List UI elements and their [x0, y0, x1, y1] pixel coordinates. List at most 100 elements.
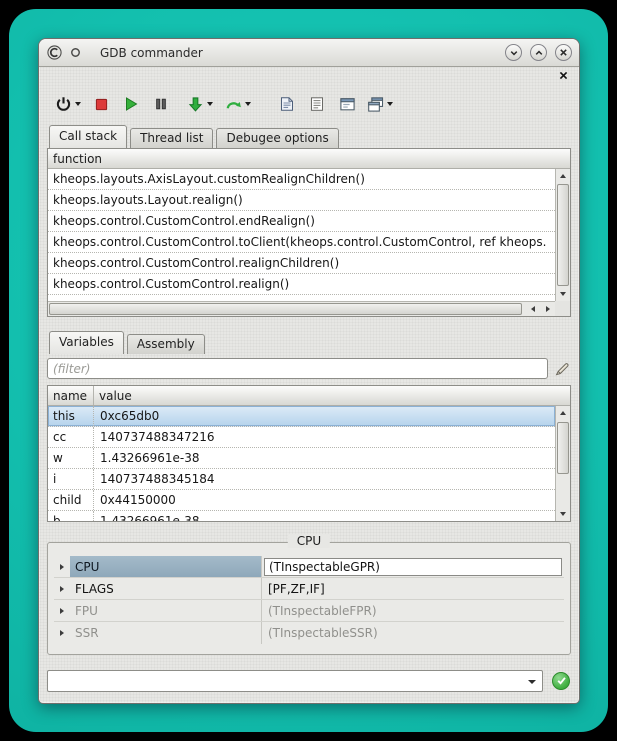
watch-window-icon: [339, 96, 356, 113]
dropdown-arrow-icon[interactable]: [528, 680, 536, 684]
variable-row[interactable]: w 1.43266961e-38: [48, 448, 555, 469]
ok-check-button[interactable]: [552, 672, 570, 690]
power-button[interactable]: [53, 94, 73, 114]
variable-name: b: [48, 511, 94, 521]
tab-debugee-options[interactable]: Debugee options: [216, 128, 338, 148]
call-stack-row[interactable]: kheops.control.CustomControl.realign(): [48, 274, 555, 295]
chevron-up-icon: [534, 48, 544, 58]
step-over-dropdown-arrow-icon[interactable]: [245, 102, 251, 106]
expander-icon[interactable]: [54, 608, 70, 614]
step-over-button[interactable]: [223, 94, 243, 114]
filter-row: [47, 358, 571, 379]
scrollbar-thumb[interactable]: [557, 184, 569, 286]
debug-windows-button[interactable]: [365, 94, 385, 114]
command-combobox[interactable]: [47, 670, 543, 692]
scroll-up-icon[interactable]: [556, 169, 570, 183]
run-button[interactable]: [121, 94, 141, 114]
close-button[interactable]: [555, 44, 572, 61]
filter-pen-icon[interactable]: [553, 360, 571, 378]
variable-value: 1.43266961e-38: [94, 448, 555, 468]
scroll-down-icon[interactable]: [556, 287, 570, 301]
scroll-right-icon[interactable]: [541, 302, 555, 316]
expander-icon[interactable]: [54, 630, 70, 636]
call-stack-row[interactable]: kheops.layouts.AxisLayout.customRealignC…: [48, 169, 555, 190]
filter-input[interactable]: [47, 358, 548, 379]
register-row[interactable]: CPU (TInspectableGPR): [54, 556, 564, 578]
list-document-icon: [309, 96, 325, 112]
step-into-button[interactable]: [185, 94, 205, 114]
tab-variables[interactable]: Variables: [49, 331, 124, 354]
expander-icon[interactable]: [54, 564, 70, 570]
vertical-scrollbar[interactable]: [555, 169, 570, 301]
register-row[interactable]: FLAGS [PF,ZF,IF]: [54, 578, 564, 600]
scrollbar-thumb[interactable]: [557, 422, 569, 474]
variable-row[interactable]: child 0x44150000: [48, 490, 555, 511]
step-into-icon: [187, 96, 204, 113]
stop-button[interactable]: [91, 94, 111, 114]
windows-dropdown-arrow-icon[interactable]: [387, 102, 393, 106]
power-dropdown-arrow-icon[interactable]: [75, 102, 81, 106]
register-name[interactable]: SSR: [70, 622, 262, 644]
column-header-function[interactable]: function: [48, 149, 570, 169]
register-row[interactable]: SSR (TInspectableSSR): [54, 622, 564, 644]
groupbox-title: CPU: [288, 534, 330, 548]
column-header-name[interactable]: name: [48, 386, 94, 405]
call-list-button[interactable]: [307, 94, 327, 114]
variable-row[interactable]: i 140737488345184: [48, 469, 555, 490]
variable-name: w: [48, 448, 94, 468]
register-value-field[interactable]: (TInspectableGPR): [264, 558, 562, 576]
stop-icon: [94, 97, 109, 112]
register-row[interactable]: FPU (TInspectableFPR): [54, 600, 564, 622]
scroll-up-icon[interactable]: [556, 406, 570, 420]
chevron-down-icon: [509, 48, 519, 58]
vertical-scrollbar[interactable]: [555, 406, 570, 521]
command-input[interactable]: [50, 672, 522, 690]
cpu-frame: CPU (TInspectableGPR) FLAGS [PF,ZF,IF] F…: [47, 542, 571, 655]
step-over-icon: [225, 96, 242, 113]
window-title: GDB commander: [100, 46, 497, 60]
variable-row[interactable]: b 1.43266961e-38: [48, 511, 555, 521]
debug-toolbar: [49, 89, 571, 119]
scroll-left-icon[interactable]: [526, 302, 540, 316]
register-name[interactable]: CPU: [70, 556, 262, 577]
variable-name: i: [48, 469, 94, 489]
variable-value: 140737488347216: [94, 427, 555, 447]
app-icon: [46, 44, 63, 61]
context-help-icon[interactable]: [67, 44, 84, 61]
titlebar[interactable]: GDB commander: [39, 39, 579, 67]
report-button[interactable]: [277, 94, 297, 114]
pause-button[interactable]: [151, 94, 171, 114]
call-stack-row[interactable]: kheops.control.CustomControl.realignChil…: [48, 253, 555, 274]
tab-thread-list[interactable]: Thread list: [130, 128, 213, 148]
variables-panel: name value this 0xc65db0 cc 140737488347…: [47, 385, 571, 522]
register-name[interactable]: FLAGS: [70, 578, 262, 599]
call-stack-list: kheops.layouts.AxisLayout.customRealignC…: [48, 169, 555, 301]
scrollbar-thumb[interactable]: [49, 303, 522, 315]
call-stack-row[interactable]: kheops.layouts.Layout.realign(): [48, 190, 555, 211]
variable-row[interactable]: cc 140737488347216: [48, 427, 555, 448]
expander-icon[interactable]: [54, 586, 70, 592]
column-header-value[interactable]: value: [94, 386, 570, 405]
power-icon: [55, 96, 72, 113]
dock-close-icon[interactable]: [557, 69, 569, 81]
variable-name: child: [48, 490, 94, 510]
watch-window-button[interactable]: [337, 94, 357, 114]
scroll-down-icon[interactable]: [556, 507, 570, 521]
roll-up-button[interactable]: [530, 44, 547, 61]
tab-call-stack[interactable]: Call stack: [49, 125, 127, 148]
register-name[interactable]: FPU: [70, 600, 262, 621]
call-stack-row[interactable]: kheops.control.CustomControl.toClient(kh…: [48, 232, 555, 253]
report-document-icon: [279, 96, 295, 112]
close-icon: [559, 48, 568, 57]
step-into-dropdown-arrow-icon[interactable]: [207, 102, 213, 106]
play-icon: [123, 96, 139, 112]
tab-assembly[interactable]: Assembly: [127, 334, 205, 354]
roll-down-button[interactable]: [505, 44, 522, 61]
horizontal-scrollbar[interactable]: [48, 301, 555, 316]
register-value: [PF,ZF,IF]: [264, 582, 325, 596]
cpu-groupbox: CPU CPU (TInspectableGPR) FLAGS [PF,ZF,I…: [47, 533, 571, 655]
variable-value: 0xc65db0: [94, 406, 555, 426]
variable-row[interactable]: this 0xc65db0: [48, 406, 555, 427]
register-value: (TInspectableFPR): [264, 604, 377, 618]
call-stack-row[interactable]: kheops.control.CustomControl.endRealign(…: [48, 211, 555, 232]
